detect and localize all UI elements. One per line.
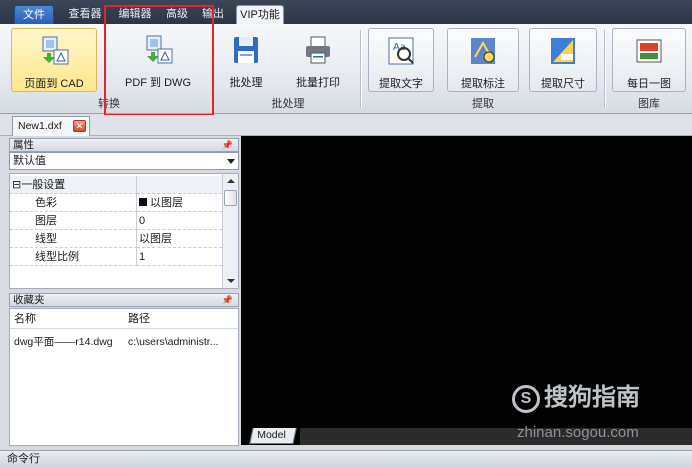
pdf-to-cad-button[interactable]: 页面到 CAD [11, 28, 97, 92]
page-to-cad-icon [42, 36, 69, 65]
collapse-icon[interactable]: ⊟ [12, 179, 21, 191]
column-header-path[interactable]: 路径 [128, 309, 150, 329]
scroll-up-icon[interactable] [227, 179, 235, 183]
property-value[interactable]: 以图层 [137, 194, 222, 212]
favorite-path: c:\users\administr... [128, 336, 219, 348]
extract-size-label: 提取尺寸 [541, 78, 585, 90]
ribbon-separator [604, 30, 605, 108]
group-gallery-label: 图库 [638, 98, 660, 110]
properties-filter-dropdown[interactable]: 默认值 [9, 152, 239, 170]
batch-print-label: 批量打印 [296, 77, 340, 89]
command-bar[interactable]: 命令行 [0, 450, 692, 468]
color-swatch [139, 198, 147, 206]
model-tab-label: Model [257, 429, 286, 441]
highlight-annotation [104, 5, 214, 116]
property-value-text: 以图层 [150, 197, 183, 209]
watermark-url: zhinan.sogou.com [517, 424, 639, 441]
tab-vip[interactable]: VIP功能 [236, 5, 284, 24]
group-extract-label: 提取 [472, 98, 494, 110]
property-key: 线型 [10, 230, 137, 248]
extract-dimensions-button[interactable]: 提取标注 [447, 28, 519, 92]
extract-text-button[interactable]: Aa 提取文字 [368, 28, 434, 92]
list-item[interactable]: dwg平面——r14.dwg c:\users\administr... [10, 333, 238, 351]
favorites-panel-title: 收藏夹 📌 [9, 293, 239, 307]
close-icon[interactable]: ✕ [73, 120, 86, 132]
ribbon-separator [360, 30, 361, 108]
extract-dimensions-icon [471, 38, 495, 64]
property-row[interactable]: 线型比例 1 [10, 248, 222, 266]
tab-file[interactable]: 文件 [14, 5, 54, 24]
pin-icon[interactable]: 📌 [222, 294, 233, 307]
properties-title-label: 属性 [13, 139, 34, 151]
model-tab[interactable]: Model [249, 428, 297, 444]
pdf-to-cad-label: 页面到 CAD [24, 78, 84, 90]
property-key: 色彩 [10, 194, 137, 212]
property-row[interactable]: 图层 0 [10, 212, 222, 230]
favorite-name: dwg平面——r14.dwg [14, 336, 113, 348]
printer-icon [306, 36, 330, 64]
scroll-down-icon[interactable] [227, 279, 235, 283]
extract-text-label: 提取文字 [379, 78, 423, 90]
batch-label: 批处理 [229, 77, 263, 89]
batch-print-button[interactable]: 批量打印 [286, 28, 350, 92]
extract-text-icon: Aa [388, 37, 414, 65]
properties-scrollbar[interactable] [222, 174, 238, 288]
property-row[interactable]: 色彩 以图层 [10, 194, 222, 212]
property-row[interactable]: 线型 以图层 [10, 230, 222, 248]
floppy-disk-icon [234, 37, 258, 63]
column-header-name[interactable]: 名称 [14, 309, 36, 329]
favorites-header: 名称 路径 [10, 309, 238, 329]
watermark-text: 搜狗指南 [544, 384, 640, 411]
chevron-down-icon [227, 159, 235, 164]
property-value[interactable]: 0 [137, 212, 222, 230]
properties-filter-value: 默认值 [13, 155, 46, 167]
property-section-blank [137, 176, 222, 194]
daily-picture-button[interactable]: 每日一图 [612, 28, 686, 92]
tab-viewer[interactable]: 查看器 [62, 5, 108, 24]
properties-panel-title: 属性 📌 [9, 138, 239, 152]
extract-size-button[interactable]: 提取尺寸 [529, 28, 597, 92]
favorites-title-label: 收藏夹 [13, 294, 45, 306]
properties-grid: ⊟一般设置 色彩 以图层 图层 0 线型 以图层 线型比例 1 [9, 173, 239, 289]
property-value[interactable]: 1 [137, 248, 222, 266]
property-value[interactable]: 以图层 [137, 230, 222, 248]
scroll-thumb[interactable] [224, 190, 237, 206]
pin-icon[interactable]: 📌 [222, 139, 233, 152]
extract-dimensions-label: 提取标注 [461, 78, 505, 90]
document-tab-strip: New1.dxf ✕ [0, 115, 692, 136]
property-section-header: ⊟一般设置 [10, 176, 137, 194]
gallery-icon [636, 39, 662, 63]
favorites-list: 名称 路径 dwg平面——r14.dwg c:\users\administr.… [9, 308, 239, 446]
batch-button[interactable]: 批处理 [220, 28, 272, 92]
ruler-icon [551, 38, 575, 64]
property-section-row[interactable]: ⊟一般设置 [10, 176, 222, 194]
property-key: 图层 [10, 212, 137, 230]
property-key: 线型比例 [10, 248, 137, 266]
sogou-logo-icon: S [512, 385, 540, 413]
daily-picture-label: 每日一图 [627, 78, 671, 90]
property-section-label: 一般设置 [21, 179, 66, 191]
watermark: S 搜狗指南 [512, 380, 682, 416]
group-batch-label: 批处理 [271, 98, 305, 110]
document-tab[interactable]: New1.dxf ✕ [12, 116, 90, 136]
command-bar-label: 命令行 [7, 453, 40, 465]
document-tab-label: New1.dxf [18, 120, 62, 132]
